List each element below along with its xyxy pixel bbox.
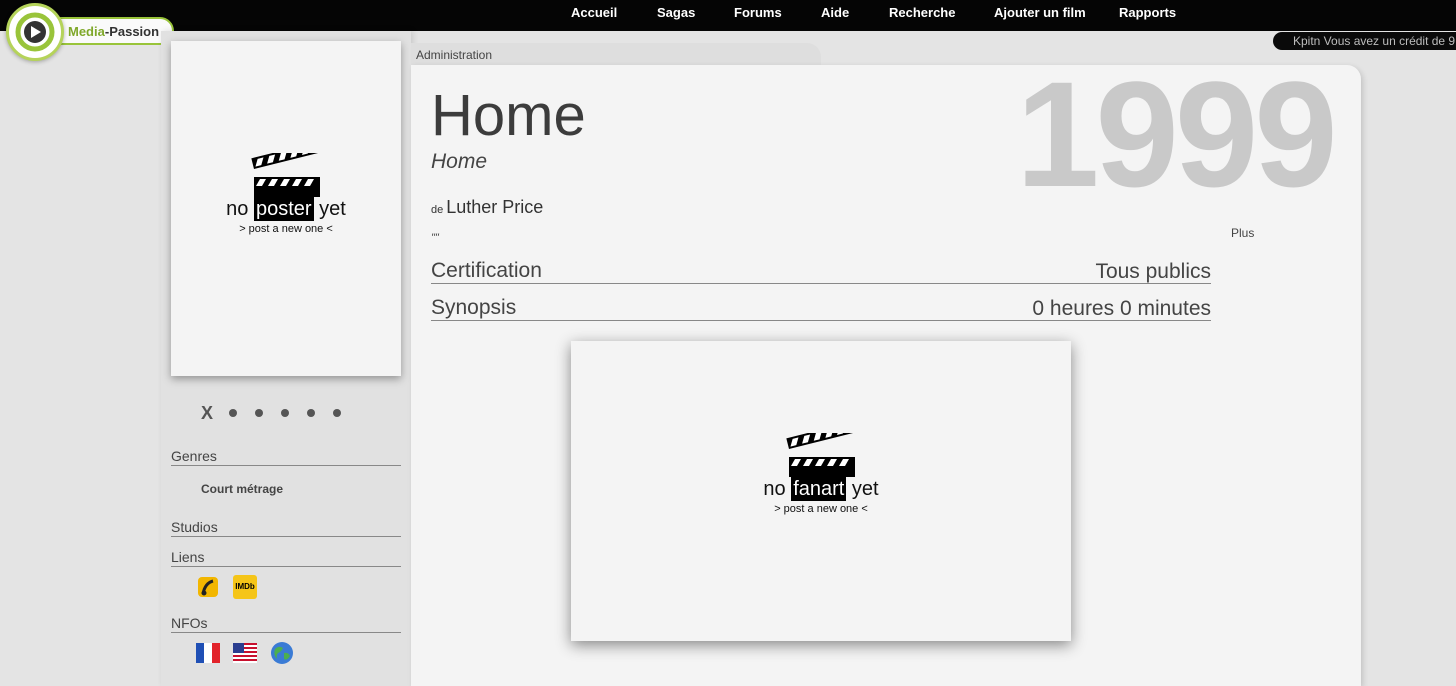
nav-forums[interactable]: Forums bbox=[734, 5, 782, 20]
nav-accueil[interactable]: Accueil bbox=[571, 5, 617, 20]
original-title: Home bbox=[431, 150, 488, 173]
rating-dot[interactable] bbox=[281, 409, 289, 417]
nav-rapports[interactable]: Rapports bbox=[1119, 5, 1176, 20]
flag-fr-icon[interactable] bbox=[196, 643, 220, 663]
left-sidebar: no poster yet > post a new one < X Genre… bbox=[161, 31, 411, 686]
logo-text: Media-Passion bbox=[68, 24, 160, 39]
rating-dot[interactable] bbox=[229, 409, 237, 417]
main-menu: Accueil Sagas Forums Aide Recherche Ajou… bbox=[0, 0, 1456, 24]
no-fanart-message: no fanart yet > post a new one < bbox=[746, 433, 896, 515]
fanart-placeholder[interactable]: no fanart yet > post a new one < bbox=[571, 341, 1071, 641]
movie-title: Home bbox=[431, 83, 586, 148]
allocine-link-icon[interactable] bbox=[196, 575, 220, 599]
post-fanart-link[interactable]: > post a new one < bbox=[746, 503, 896, 515]
no-poster-text: no poster yet bbox=[226, 197, 346, 221]
director-name[interactable]: Luther Price bbox=[446, 197, 543, 217]
nav-sagas[interactable]: Sagas bbox=[657, 5, 695, 20]
rating-dot[interactable] bbox=[333, 409, 341, 417]
administration-link[interactable]: Administration bbox=[416, 48, 492, 62]
user-credit-ticker: Kpitn Vous avez un crédit de 9 bbox=[1273, 32, 1456, 50]
rating-dot[interactable] bbox=[307, 409, 315, 417]
tagline: "" bbox=[431, 232, 439, 244]
more-link[interactable]: Plus bbox=[1231, 226, 1254, 240]
synopsis-row: Synopsis 0 heures 0 minutes bbox=[431, 296, 1211, 321]
no-poster-message: no poster yet > post a new one < bbox=[211, 153, 361, 235]
nfos-heading: NFOs bbox=[171, 615, 401, 633]
duration-value: 0 heures 0 minutes bbox=[1032, 297, 1211, 320]
certification-label: Certification bbox=[431, 259, 542, 282]
release-year: 1999 bbox=[1016, 50, 1338, 218]
imdb-link-icon[interactable]: IMDb bbox=[233, 575, 257, 599]
certification-value: Tous publics bbox=[1095, 260, 1211, 283]
top-navigation-bar: Accueil Sagas Forums Aide Recherche Ajou… bbox=[0, 0, 1456, 31]
rating-dot[interactable] bbox=[255, 409, 263, 417]
poster-placeholder[interactable]: no poster yet > post a new one < bbox=[171, 41, 401, 376]
flag-us-icon[interactable] bbox=[233, 643, 257, 663]
logo-play-icon bbox=[6, 3, 64, 61]
director-line: de Luther Price bbox=[431, 197, 544, 217]
nav-ajouter-un-film[interactable]: Ajouter un film bbox=[994, 5, 1086, 20]
synopsis-label[interactable]: Synopsis bbox=[431, 296, 516, 320]
nav-aide[interactable]: Aide bbox=[821, 5, 849, 20]
genre-link[interactable]: Court métrage bbox=[201, 482, 283, 496]
studios-heading: Studios bbox=[171, 519, 401, 537]
no-fanart-text: no fanart yet bbox=[763, 477, 879, 501]
clear-rating-button[interactable]: X bbox=[201, 403, 213, 424]
genres-heading: Genres bbox=[171, 448, 401, 466]
nav-recherche[interactable]: Recherche bbox=[889, 5, 955, 20]
certification-row: Certification Tous publics bbox=[431, 259, 1211, 284]
globe-icon[interactable] bbox=[270, 641, 294, 665]
clapperboard-icon bbox=[786, 433, 855, 477]
site-logo[interactable]: Media-Passion bbox=[6, 3, 174, 61]
post-poster-link[interactable]: > post a new one < bbox=[211, 223, 361, 235]
links-heading: Liens bbox=[171, 549, 401, 567]
clapperboard-icon bbox=[251, 153, 320, 197]
